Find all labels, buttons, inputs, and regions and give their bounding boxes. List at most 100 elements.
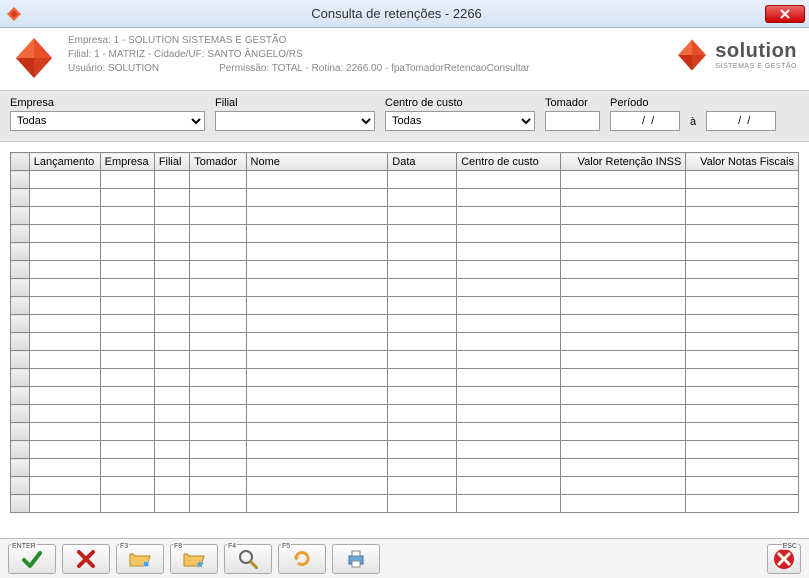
cell[interactable]: [29, 207, 100, 225]
cell[interactable]: [686, 441, 799, 459]
cell[interactable]: [246, 405, 388, 423]
cell[interactable]: [686, 405, 799, 423]
cell[interactable]: [686, 495, 799, 513]
cell[interactable]: [686, 459, 799, 477]
exit-button[interactable]: ESC: [767, 544, 801, 574]
table-row[interactable]: [11, 351, 799, 369]
row-header[interactable]: [11, 171, 30, 189]
cell[interactable]: [190, 387, 246, 405]
cell[interactable]: [246, 207, 388, 225]
table-row[interactable]: [11, 333, 799, 351]
cell[interactable]: [388, 261, 457, 279]
close-button[interactable]: [765, 5, 805, 23]
cell[interactable]: [154, 441, 189, 459]
cell[interactable]: [457, 189, 561, 207]
cell[interactable]: [388, 495, 457, 513]
table-row[interactable]: [11, 387, 799, 405]
cell[interactable]: [686, 351, 799, 369]
cell[interactable]: [100, 351, 154, 369]
cell[interactable]: [686, 297, 799, 315]
row-header[interactable]: [11, 261, 30, 279]
cell[interactable]: [388, 423, 457, 441]
cell[interactable]: [29, 351, 100, 369]
cell[interactable]: [457, 261, 561, 279]
table-row[interactable]: [11, 207, 799, 225]
search-f4-button[interactable]: F4: [224, 544, 272, 574]
cell[interactable]: [457, 279, 561, 297]
cell[interactable]: [561, 279, 686, 297]
cell[interactable]: [388, 477, 457, 495]
cell[interactable]: [561, 387, 686, 405]
cell[interactable]: [457, 207, 561, 225]
cell[interactable]: [246, 477, 388, 495]
cell[interactable]: [154, 207, 189, 225]
cell[interactable]: [190, 459, 246, 477]
cell[interactable]: [246, 495, 388, 513]
cell[interactable]: [561, 207, 686, 225]
cell[interactable]: [686, 261, 799, 279]
cell[interactable]: [246, 459, 388, 477]
cell[interactable]: [388, 333, 457, 351]
cell[interactable]: [100, 387, 154, 405]
cell[interactable]: [100, 495, 154, 513]
cell[interactable]: [686, 333, 799, 351]
cell[interactable]: [154, 225, 189, 243]
cell[interactable]: [190, 477, 246, 495]
cell[interactable]: [154, 387, 189, 405]
cell[interactable]: [686, 171, 799, 189]
cell[interactable]: [246, 279, 388, 297]
cell[interactable]: [154, 495, 189, 513]
cell[interactable]: [561, 261, 686, 279]
cell[interactable]: [29, 189, 100, 207]
row-header[interactable]: [11, 441, 30, 459]
open-f8-button[interactable]: F8: [170, 544, 218, 574]
cell[interactable]: [246, 261, 388, 279]
cell[interactable]: [457, 243, 561, 261]
cell[interactable]: [246, 315, 388, 333]
cell[interactable]: [246, 243, 388, 261]
cell[interactable]: [561, 243, 686, 261]
row-header[interactable]: [11, 279, 30, 297]
cell[interactable]: [686, 243, 799, 261]
row-header[interactable]: [11, 333, 30, 351]
table-row[interactable]: [11, 225, 799, 243]
cell[interactable]: [154, 369, 189, 387]
row-header[interactable]: [11, 315, 30, 333]
col-lancamento[interactable]: Lançamento: [29, 153, 100, 171]
cell[interactable]: [100, 279, 154, 297]
cell[interactable]: [561, 495, 686, 513]
cell[interactable]: [154, 351, 189, 369]
cell[interactable]: [246, 369, 388, 387]
cell[interactable]: [457, 171, 561, 189]
row-header[interactable]: [11, 243, 30, 261]
cell[interactable]: [100, 459, 154, 477]
table-row[interactable]: [11, 243, 799, 261]
cell[interactable]: [190, 189, 246, 207]
confirm-button[interactable]: ENTER: [8, 544, 56, 574]
cell[interactable]: [246, 441, 388, 459]
cell[interactable]: [246, 387, 388, 405]
cell[interactable]: [388, 369, 457, 387]
cell[interactable]: [388, 351, 457, 369]
cell[interactable]: [154, 423, 189, 441]
cell[interactable]: [100, 189, 154, 207]
cell[interactable]: [561, 405, 686, 423]
cell[interactable]: [457, 387, 561, 405]
cell[interactable]: [561, 423, 686, 441]
cell[interactable]: [457, 405, 561, 423]
cell[interactable]: [154, 459, 189, 477]
row-header[interactable]: [11, 351, 30, 369]
refresh-f5-button[interactable]: F5: [278, 544, 326, 574]
tomador-input[interactable]: [545, 111, 600, 131]
row-header[interactable]: [11, 423, 30, 441]
cell[interactable]: [154, 189, 189, 207]
table-row[interactable]: [11, 279, 799, 297]
cell[interactable]: [154, 297, 189, 315]
table-row[interactable]: [11, 405, 799, 423]
cell[interactable]: [154, 279, 189, 297]
cell[interactable]: [100, 297, 154, 315]
row-header[interactable]: [11, 189, 30, 207]
cell[interactable]: [29, 459, 100, 477]
cell[interactable]: [29, 369, 100, 387]
cell[interactable]: [457, 333, 561, 351]
